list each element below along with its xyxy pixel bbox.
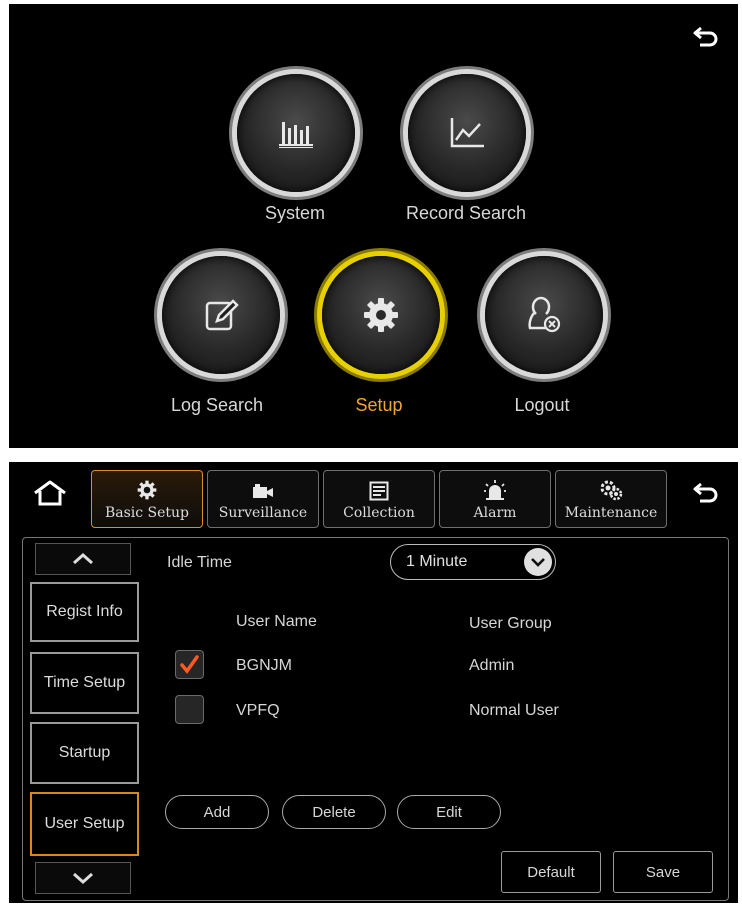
- system-label: System: [264, 203, 325, 223]
- user-checkbox[interactable]: [175, 650, 204, 679]
- chevron-down-icon: [73, 872, 93, 884]
- dropdown-arrow: [524, 548, 552, 576]
- scroll-up-button[interactable]: [35, 543, 131, 575]
- chevron-up-icon: [73, 553, 93, 565]
- list-icon: [369, 481, 389, 501]
- sidebar-item-time-setup[interactable]: Time Setup: [30, 652, 139, 714]
- sidebar-item-label: User Setup: [44, 815, 125, 832]
- tab-maintenance[interactable]: Maintenance: [555, 470, 667, 528]
- back-arrow-icon: [693, 482, 718, 503]
- tab-label: Maintenance: [564, 505, 658, 521]
- tab-label: Alarm: [473, 505, 517, 521]
- user-remove-icon: [528, 296, 561, 333]
- gear-icon: [137, 480, 157, 500]
- back-button[interactable]: [693, 482, 719, 509]
- save-button[interactable]: Save: [613, 851, 713, 893]
- sidebar-item-startup[interactable]: Startup: [30, 722, 139, 784]
- siren-icon: [484, 480, 506, 500]
- idle-time-label: Idle Time: [167, 554, 232, 571]
- main-menu-panel: System Record Search Log Search Setup Lo…: [9, 4, 738, 448]
- sidebar-item-label: Startup: [58, 744, 111, 761]
- log-search-button[interactable]: [162, 256, 280, 374]
- sidebar-item-label: Time Setup: [43, 674, 126, 691]
- basic-setup-panel: Basic Setup Surveillance Collection Alar…: [9, 462, 738, 903]
- setup-button[interactable]: [322, 256, 440, 374]
- check-icon: [180, 655, 199, 674]
- gear-icon: [364, 298, 398, 332]
- idle-time-value: 1 Minute: [406, 553, 468, 570]
- tab-collection[interactable]: Collection: [323, 470, 435, 528]
- back-arrow-icon: [693, 26, 718, 47]
- bar-chart-icon: [279, 122, 313, 148]
- user-group: Normal User: [469, 702, 559, 719]
- user-name: VPFQ: [236, 702, 280, 719]
- user-checkbox[interactable]: [175, 695, 204, 724]
- user-name: BGNJM: [236, 657, 292, 674]
- line-chart-icon: [450, 118, 484, 148]
- gears-icon: [600, 480, 623, 501]
- edit-button[interactable]: Edit: [397, 795, 501, 829]
- sidebar-item-user-setup[interactable]: User Setup: [30, 792, 139, 856]
- tab-surveillance[interactable]: Surveillance: [207, 470, 319, 528]
- user-group-header: User Group: [469, 615, 552, 632]
- system-button[interactable]: [237, 74, 355, 192]
- record-search-button[interactable]: [408, 74, 526, 192]
- edit-icon: [205, 299, 239, 331]
- home-button[interactable]: [33, 480, 67, 511]
- tab-label: Basic Setup: [104, 505, 190, 521]
- default-button[interactable]: Default: [501, 851, 601, 893]
- tab-label: Surveillance: [218, 505, 308, 521]
- home-icon: [34, 480, 66, 506]
- tab-alarm[interactable]: Alarm: [439, 470, 551, 528]
- logout-button[interactable]: [485, 256, 603, 374]
- add-button[interactable]: Add: [165, 795, 269, 829]
- scroll-down-button[interactable]: [35, 862, 131, 894]
- chevron-down-icon: [531, 558, 545, 567]
- user-group: Admin: [469, 657, 515, 674]
- record-search-label: Record Search: [405, 203, 527, 223]
- logout-label: Logout: [514, 395, 570, 415]
- idle-time-select[interactable]: 1 Minute: [390, 544, 556, 580]
- tab-label: Collection: [343, 505, 415, 521]
- user-name-header: User Name: [236, 613, 317, 630]
- back-button[interactable]: [693, 26, 719, 53]
- sidebar-item-label: Regist Info: [46, 603, 123, 620]
- delete-button[interactable]: Delete: [282, 795, 386, 829]
- camera-icon: [253, 484, 273, 498]
- tab-basic-setup[interactable]: Basic Setup: [91, 470, 203, 528]
- sidebar-item-regist-info[interactable]: Regist Info: [30, 582, 139, 642]
